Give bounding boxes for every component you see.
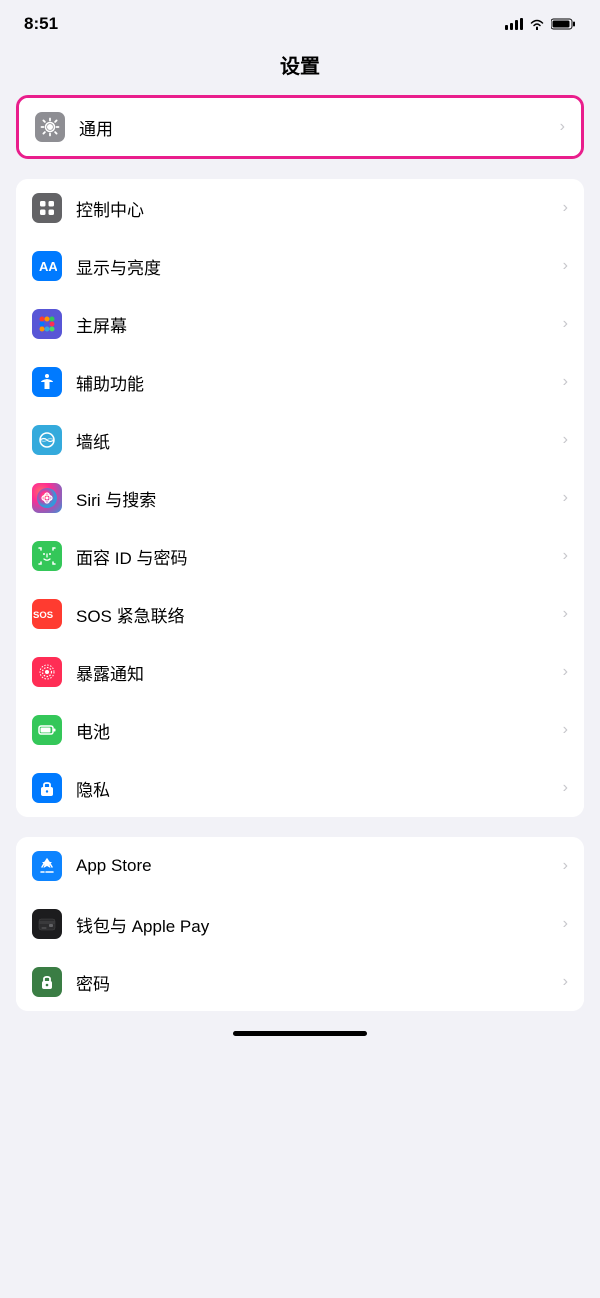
battery-status-icon: [551, 18, 576, 30]
sidebar-item-display[interactable]: AA 显示与亮度 ›: [16, 237, 584, 295]
faceid-chevron: ›: [563, 547, 568, 565]
sidebar-item-privacy[interactable]: 隐私 ›: [16, 759, 584, 817]
page-title: 设置: [0, 42, 600, 95]
accessibility-icon: [32, 367, 62, 397]
exposure-label: 暴露通知: [76, 660, 559, 685]
status-icons: [505, 18, 576, 30]
settings-group-general: 通用 ›: [16, 95, 584, 159]
siri-label: Siri 与搜索: [76, 486, 559, 511]
sidebar-item-password[interactable]: 密码 ›: [16, 953, 584, 1011]
home-screen-icon: [32, 309, 62, 339]
password-icon: [32, 967, 62, 997]
sidebar-item-sos[interactable]: SOS SOS 紧急联络 ›: [16, 585, 584, 643]
accessibility-label: 辅助功能: [76, 370, 559, 395]
app-store-icon: [32, 851, 62, 881]
wallet-label: 钱包与 Apple Pay: [76, 912, 559, 937]
sidebar-item-general[interactable]: 通用 ›: [19, 98, 581, 156]
wallet-chevron: ›: [563, 915, 568, 933]
control-center-label: 控制中心: [76, 196, 559, 221]
settings-group-main: 控制中心 › AA 显示与亮度 › 主屏幕 ›: [16, 179, 584, 817]
siri-icon: [32, 483, 62, 513]
sidebar-item-accessibility[interactable]: 辅助功能 ›: [16, 353, 584, 411]
password-label: 密码: [76, 970, 559, 995]
siri-chevron: ›: [563, 489, 568, 507]
signal-icon: [505, 18, 523, 30]
svg-text:SOS: SOS: [33, 610, 53, 621]
wallpaper-label: 墙纸: [76, 428, 559, 453]
general-icon: [35, 112, 65, 142]
sos-icon: SOS: [32, 599, 62, 629]
home-bar: [233, 1031, 367, 1036]
battery-label: 电池: [76, 718, 559, 743]
sos-label: SOS 紧急联络: [76, 602, 559, 627]
privacy-chevron: ›: [563, 779, 568, 797]
sidebar-item-siri[interactable]: Siri 与搜索 ›: [16, 469, 584, 527]
svg-text:AA: AA: [39, 259, 57, 274]
app-store-chevron: ›: [563, 857, 568, 875]
sidebar-item-exposure[interactable]: 暴露通知 ›: [16, 643, 584, 701]
faceid-label: 面容 ID 与密码: [76, 544, 559, 569]
wallet-icon: [32, 909, 62, 939]
accessibility-chevron: ›: [563, 373, 568, 391]
settings-group-store: App Store › 钱包与 Apple Pay › 密码 ›: [16, 837, 584, 1011]
wallpaper-chevron: ›: [563, 431, 568, 449]
status-time: 8:51: [24, 14, 58, 34]
home-screen-label: 主屏幕: [76, 312, 559, 337]
sidebar-item-wallpaper[interactable]: 墙纸 ›: [16, 411, 584, 469]
home-screen-chevron: ›: [563, 315, 568, 333]
display-chevron: ›: [563, 257, 568, 275]
general-chevron: ›: [560, 118, 565, 136]
display-icon: AA: [32, 251, 62, 281]
wifi-icon: [529, 18, 545, 30]
faceid-icon: [32, 541, 62, 571]
control-center-chevron: ›: [563, 199, 568, 217]
battery-chevron: ›: [563, 721, 568, 739]
wallpaper-icon: [32, 425, 62, 455]
sidebar-item-home-screen[interactable]: 主屏幕 ›: [16, 295, 584, 353]
sidebar-item-faceid[interactable]: 面容 ID 与密码 ›: [16, 527, 584, 585]
sidebar-item-wallet[interactable]: 钱包与 Apple Pay ›: [16, 895, 584, 953]
exposure-chevron: ›: [563, 663, 568, 681]
status-bar: 8:51: [0, 0, 600, 42]
privacy-label: 隐私: [76, 776, 559, 801]
exposure-icon: [32, 657, 62, 687]
sidebar-item-battery[interactable]: 电池 ›: [16, 701, 584, 759]
control-center-icon: [32, 193, 62, 223]
sidebar-item-control-center[interactable]: 控制中心 ›: [16, 179, 584, 237]
general-label: 通用: [79, 115, 556, 140]
sos-chevron: ›: [563, 605, 568, 623]
privacy-icon: [32, 773, 62, 803]
display-label: 显示与亮度: [76, 254, 559, 279]
app-store-label: App Store: [76, 856, 559, 876]
password-chevron: ›: [563, 973, 568, 991]
sidebar-item-app-store[interactable]: App Store ›: [16, 837, 584, 895]
battery-icon: [32, 715, 62, 745]
